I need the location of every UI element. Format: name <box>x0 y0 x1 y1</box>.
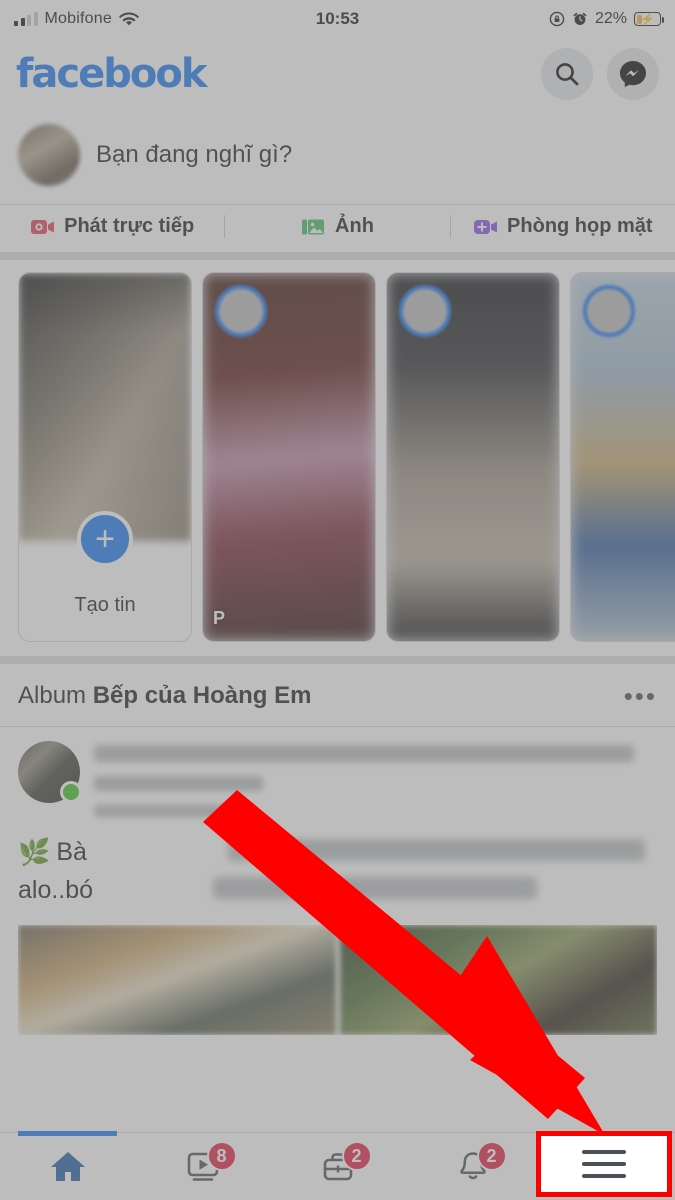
story-author-avatar <box>215 285 267 337</box>
marketplace-badge: 2 <box>341 1141 372 1171</box>
post-text-line-1: 🌿 Bà <box>18 833 657 871</box>
post-text-redacted-1 <box>228 839 645 861</box>
header-actions <box>541 48 659 100</box>
story-card[interactable] <box>386 272 560 642</box>
status-bar-right: 22% ⚡ <box>549 10 664 28</box>
post-photo[interactable] <box>18 925 336 1035</box>
story-author-avatar <box>583 285 635 337</box>
plus-icon: + <box>77 511 133 567</box>
post-photo[interactable] <box>339 925 657 1035</box>
messenger-button[interactable] <box>607 48 659 100</box>
notifications-badge: 2 <box>476 1141 507 1171</box>
story-author-name: P <box>213 608 226 628</box>
status-bar: Mobifone 10:53 22% ⚡ <box>0 0 675 38</box>
facebook-logo: facebook <box>16 51 207 97</box>
live-video-label: Phát trực tiếp <box>64 215 195 237</box>
stories-carousel[interactable]: + Tạo tin P <box>0 260 675 664</box>
room-label: Phòng họp mặt <box>507 215 653 237</box>
watch-badge: 8 <box>206 1141 237 1171</box>
composer-avatar[interactable] <box>18 124 80 186</box>
room-video-icon <box>474 219 498 234</box>
album-name: Bếp của Hoàng Em <box>92 682 312 709</box>
app-header: facebook <box>0 38 675 110</box>
nav-tab-watch[interactable]: 8 <box>135 1133 270 1200</box>
post-subtitle-redacted <box>94 776 263 791</box>
nav-tab-notifications[interactable]: 2 <box>405 1133 540 1200</box>
composer-input[interactable]: Bạn đang nghĩ gì? <box>96 141 292 169</box>
herb-emoji: 🌿 <box>18 836 51 867</box>
photo-button[interactable]: Ảnh <box>224 215 449 238</box>
nav-tab-home[interactable] <box>0 1131 135 1200</box>
create-story-card[interactable]: + Tạo tin <box>18 272 192 642</box>
rotation-lock-icon <box>549 11 565 27</box>
alarm-clock-icon <box>573 12 587 25</box>
search-icon <box>556 63 579 86</box>
album-title: Album Bếp của Hoàng Em <box>18 682 311 710</box>
live-video-button[interactable]: Phát trực tiếp <box>0 215 224 238</box>
create-story-label: Tạo tin <box>74 594 136 616</box>
album-prefix: Album <box>18 682 87 709</box>
post-text-redacted-2 <box>213 877 537 899</box>
live-video-icon <box>31 219 55 234</box>
story-card[interactable] <box>570 272 675 642</box>
more-options-icon[interactable]: ••• <box>624 683 657 709</box>
wifi-icon <box>118 12 139 25</box>
status-bar-left: Mobifone <box>14 10 139 28</box>
online-status-dot <box>60 781 82 803</box>
photo-label: Ảnh <box>335 215 374 237</box>
home-icon <box>50 1151 85 1181</box>
facebook-mobile-app: Mobifone 10:53 22% ⚡ facebook Bạn đang n… <box>0 0 675 1200</box>
poster-name-redacted <box>94 745 635 762</box>
story-author-avatar <box>399 285 451 337</box>
battery-percent: 22% <box>594 10 627 27</box>
post-timestamp-redacted <box>94 805 241 817</box>
post-text-visible-1: Bà <box>56 837 87 866</box>
photo-icon <box>302 219 325 234</box>
hamburger-menu-icon-highlighted <box>541 1136 667 1192</box>
post-header <box>18 741 657 817</box>
messenger-icon <box>620 61 646 88</box>
search-button[interactable] <box>541 48 593 100</box>
story-card[interactable]: P <box>202 272 376 642</box>
carrier-name: Mobifone <box>44 10 112 27</box>
active-tab-indicator <box>18 1131 117 1136</box>
menu-tab-highlight-box[interactable] <box>536 1131 672 1197</box>
post-text-line-2: alo..bó <box>18 871 657 909</box>
post-body: 🌿 Bà alo..bó <box>18 817 657 919</box>
create-story-thumbnail <box>19 273 191 541</box>
post-composer[interactable]: Bạn đang nghĩ gì? <box>0 110 675 205</box>
feed-post: 🌿 Bà alo..bó <box>0 727 675 1035</box>
battery-charging-icon: ⚡ <box>634 12 664 26</box>
nav-tab-marketplace[interactable]: 2 <box>270 1133 405 1200</box>
album-header: Album Bếp của Hoàng Em ••• <box>0 664 675 727</box>
post-photo-grid[interactable] <box>18 925 657 1035</box>
composer-action-bar: Phát trực tiếp Ảnh Phòng họp mặt <box>0 205 675 260</box>
room-button[interactable]: Phòng họp mặt <box>449 215 675 238</box>
poster-avatar[interactable] <box>18 741 82 803</box>
signal-bars-icon <box>14 11 38 26</box>
post-text-visible-2: alo..bó <box>18 875 94 904</box>
post-meta <box>94 741 657 817</box>
